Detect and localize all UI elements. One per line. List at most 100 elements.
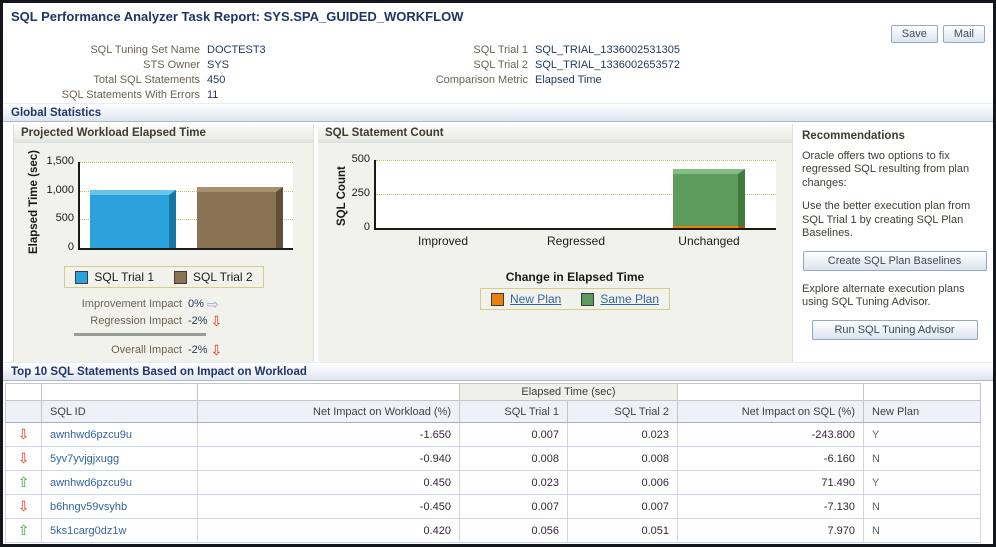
legend-color-chip — [581, 292, 595, 306]
field-label: SQL Tuning Set Name — [90, 44, 200, 56]
sql-id-link[interactable]: awnhwd6pzcu9u — [41, 470, 198, 495]
legend-link-new-plan[interactable]: New Plan — [510, 292, 561, 306]
top10-section-header: Top 10 SQL Statements Based on Impact on… — [3, 362, 993, 381]
summary-field: Total SQL Statements 450 — [3, 74, 266, 87]
trend-cell: ⇩ — [5, 422, 42, 447]
sql-id-column-header: SQL ID — [41, 400, 198, 423]
sql-id-link[interactable]: b6hngv59vsyhb — [41, 494, 198, 519]
net-impact-workload-cell: 0.420 — [197, 518, 460, 543]
net-impact-workload-cell: -0.450 — [197, 494, 460, 519]
empty-group-cell — [863, 383, 981, 401]
legend-color-chip — [174, 270, 187, 284]
up-arrow-icon: ⇧ — [17, 474, 30, 490]
improvement-impact-row: Improvement Impact 0% ⇨ — [32, 296, 272, 312]
sql-id-link[interactable]: 5ks1carg0dz1w — [41, 518, 198, 543]
create-sql-plan-baselines-button[interactable]: Create SQL Plan Baselines — [802, 250, 987, 271]
recommendations-heading: Recommendations — [802, 130, 905, 142]
summary-left-column: SQL Tuning Set Name DOCTEST3 STS Owner S… — [3, 44, 266, 104]
y-axis-tick-label: 0 — [363, 221, 370, 233]
count-x-axis-label: Change in Elapsed Time — [505, 270, 645, 284]
table-row: ⇧ awnhwd6pzcu9u 0.450 0.023 0.006 71.490 Y — [5, 470, 981, 495]
field-value: DOCTEST3 — [207, 44, 266, 56]
empty-group-cell — [677, 383, 864, 401]
run-sql-tuning-advisor-button[interactable]: Run SQL Tuning Advisor — [811, 319, 978, 340]
y-axis-tick-label: 250 — [351, 187, 370, 199]
sql-id-link[interactable]: 5yv7yvjgjxugg — [41, 446, 198, 471]
legend-item: SQL Trial 1 — [75, 270, 154, 284]
field-value: 450 — [207, 74, 226, 86]
down-arrow-icon: ⇩ — [210, 342, 223, 358]
save-button[interactable]: Save — [890, 25, 938, 43]
table-header-row: SQL ID Net Impact on Workload (%) SQL Tr… — [5, 400, 981, 423]
x-axis-category-label: Improved — [417, 234, 469, 248]
gridline — [376, 160, 776, 161]
sql-trial-1-cell: 0.023 — [459, 470, 568, 495]
count-chart-title: SQL Statement Count — [318, 124, 792, 143]
regression-impact-row: Regression Impact -2% ⇩ — [32, 313, 272, 329]
table-row: ⇩ b6hngv59vsyhb -0.450 0.007 0.007 -7.130 N — [5, 494, 981, 519]
empty-group-cell — [197, 383, 460, 401]
net-impact-sql-cell: -243.800 — [677, 422, 864, 447]
summary-field: SQL Trial 1 SQL_TRIAL_1336002531305 — [333, 44, 680, 57]
top-button-bar: Save Mail — [890, 25, 985, 43]
trend-cell: ⇩ — [5, 494, 42, 519]
net-impact-sql-cell: 71.490 — [677, 470, 864, 495]
field-value: SQL_TRIAL_1336002531305 — [535, 44, 680, 56]
empty-group-cell — [5, 383, 42, 401]
trend-cell: ⇧ — [5, 470, 42, 495]
impact-label: Improvement Impact — [81, 298, 182, 310]
bar-sql-trial-2 — [197, 187, 283, 248]
bar-segment-same-plan — [673, 169, 745, 226]
y-axis-tick-label: 500 — [55, 212, 74, 224]
recommendations-body: Recommendations Oracle offers two option… — [794, 124, 993, 340]
field-label: SQL Statements With Errors — [61, 89, 200, 101]
down-arrow-icon: ⇩ — [17, 450, 30, 466]
legend-item: New Plan — [490, 292, 561, 306]
table-row: ⇩ awnhwd6pzcu9u -1.650 0.007 0.023 -243.800 Y — [5, 422, 981, 447]
plan-baselines-text: Use the better execution plan from SQL T… — [802, 200, 971, 239]
new-plan-cell: N — [863, 518, 981, 543]
summary-field: SQL Statements With Errors 11 — [3, 89, 266, 102]
trend-cell: ⇩ — [5, 446, 42, 471]
legend-item: SQL Trial 2 — [174, 270, 253, 284]
field-value: SQL_TRIAL_1336002653572 — [535, 59, 680, 71]
impact-label: Regression Impact — [90, 315, 182, 327]
table-row: ⇩ 5yv7yvjgjxugg -0.940 0.008 0.008 -6.160 N — [5, 446, 981, 471]
net-impact-workload-cell: -0.940 — [197, 446, 460, 471]
mail-button[interactable]: Mail — [942, 25, 985, 43]
sql-id-link[interactable]: awnhwd6pzcu9u — [41, 422, 198, 447]
empty-group-cell — [41, 383, 198, 401]
impact-summary: Improvement Impact 0% ⇨ Regression Impac… — [32, 296, 272, 359]
impact-label: Overall Impact — [111, 344, 182, 356]
new-plan-cell: Y — [863, 470, 981, 495]
legend-link-same-plan[interactable]: Same Plan — [600, 292, 659, 306]
legend-label: SQL Trial 1 — [94, 270, 154, 284]
global-statistics-header: Global Statistics — [3, 103, 993, 122]
impact-value: -2% — [188, 315, 208, 327]
net-impact-workload-column-header: Net Impact on Workload (%) — [197, 400, 460, 423]
down-arrow-icon: ⇩ — [17, 426, 30, 442]
count-chart-plot: 0 250 500 Improved Regressed Unchanged — [352, 153, 776, 248]
legend-label: SQL Trial 2 — [193, 270, 253, 284]
bar-segment-new-plan — [673, 226, 745, 228]
sql-trial-1-column-header: SQL Trial 1 — [459, 400, 568, 423]
gridline — [80, 162, 293, 163]
field-value: SYS — [207, 59, 230, 71]
workload-chart-legend: SQL Trial 1 SQL Trial 2 — [24, 266, 304, 288]
summary-field: SQL Trial 2 SQL_TRIAL_1336002653572 — [333, 59, 680, 72]
net-impact-workload-cell: -1.650 — [197, 422, 460, 447]
net-impact-sql-cell: -6.160 — [677, 446, 864, 471]
y-axis-tick-label: 1,000 — [46, 184, 74, 196]
y-axis-tick-label: 1,500 — [46, 155, 74, 167]
up-arrow-icon: ⇧ — [17, 522, 30, 538]
field-label: STS Owner — [143, 59, 200, 71]
net-impact-sql-cell: 7.970 — [677, 518, 864, 543]
new-plan-column-header: New Plan — [863, 400, 981, 423]
legend-color-chip — [75, 270, 89, 284]
overall-impact-row: Overall Impact -2% ⇩ — [32, 342, 272, 358]
net-impact-sql-cell: -7.130 — [677, 494, 864, 519]
y-axis-tick-label: 0 — [67, 241, 74, 253]
net-impact-workload-cell: 0.450 — [197, 470, 460, 495]
table-row: ⇧ 5ks1carg0dz1w 0.420 0.056 0.051 7.970 N — [5, 518, 981, 543]
impact-divider — [74, 333, 206, 336]
